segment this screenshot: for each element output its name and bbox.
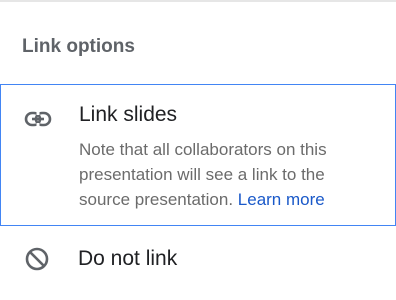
link-options-panel: Link options Link slides Note that all c…: [0, 0, 396, 300]
option-label: Do not link: [78, 247, 178, 270]
option-label: Link slides: [79, 103, 178, 126]
learn-more-link[interactable]: Learn more: [238, 190, 325, 209]
top-divider: [0, 0, 396, 2]
option-description: Note that all collaborators on this pres…: [79, 137, 379, 212]
block-icon: [22, 244, 52, 274]
link-icon: [23, 104, 53, 134]
option-do-not-link[interactable]: Do not link: [0, 230, 396, 290]
section-title: Link options: [22, 36, 135, 57]
option-link-slides[interactable]: Link slides Note that all collaborators …: [0, 84, 396, 226]
